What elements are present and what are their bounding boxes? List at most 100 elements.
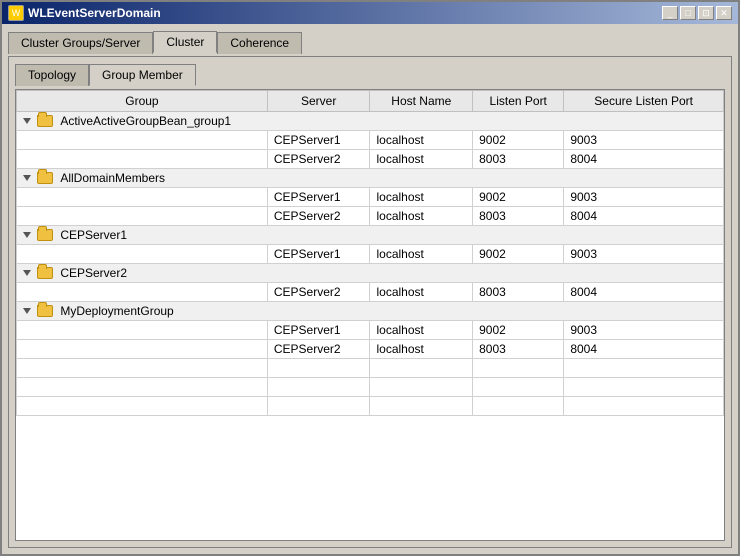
cell-group [17,207,268,226]
table-row: CEPServer1localhost90029003 [17,321,724,340]
group-name: CEPServer1 [57,228,127,242]
group-member-table: Group Server Host Name Listen Port Secur… [16,90,724,416]
folder-icon [37,172,53,184]
table-scroll-container[interactable]: Group Server Host Name Listen Port Secur… [16,90,724,540]
tab-coherence[interactable]: Coherence [217,32,302,54]
cell-listen-port: 9002 [473,188,564,207]
cell-empty [17,359,268,378]
group-name: AllDomainMembers [57,171,165,185]
group-name: MyDeploymentGroup [57,304,174,318]
folder-icon [37,229,53,241]
cell-listen-port: 8003 [473,283,564,302]
cell-host: localhost [370,245,473,264]
cell-listen-port: 8003 [473,340,564,359]
cell-empty [370,397,473,416]
group-cell: CEPServer2 [17,264,724,283]
expand-icon[interactable] [23,270,31,276]
table-group-row: CEPServer1 [17,226,724,245]
maximize-button[interactable]: □ [680,6,696,20]
table-row: CEPServer2localhost80038004 [17,283,724,302]
table-row: CEPServer1localhost90029003 [17,245,724,264]
cell-server: CEPServer2 [267,283,370,302]
cell-empty [370,359,473,378]
expand-icon[interactable] [23,118,31,124]
cell-secure-port: 9003 [564,131,724,150]
cell-server: CEPServer2 [267,150,370,169]
table-row-empty [17,397,724,416]
window-title: WLEventServerDomain [28,6,161,20]
title-bar-left: W WLEventServerDomain [8,5,161,21]
cell-secure-port: 8004 [564,283,724,302]
cell-group [17,131,268,150]
tab-cluster[interactable]: Cluster [153,31,217,53]
cell-secure-port: 8004 [564,340,724,359]
cell-listen-port: 8003 [473,207,564,226]
minimize-button[interactable]: _ [662,6,678,20]
table-row-empty [17,378,724,397]
cell-group [17,340,268,359]
cell-secure-port: 8004 [564,150,724,169]
col-header-server: Server [267,91,370,112]
expand-icon[interactable] [23,308,31,314]
cell-group [17,188,268,207]
table-row: CEPServer2localhost80038004 [17,340,724,359]
cell-host: localhost [370,150,473,169]
table-row: CEPServer1localhost90029003 [17,188,724,207]
cell-empty [267,397,370,416]
group-name: ActiveActiveGroupBean_group1 [57,114,231,128]
cell-listen-port: 9002 [473,245,564,264]
cell-server: CEPServer1 [267,188,370,207]
cell-empty [564,378,724,397]
cell-host: localhost [370,340,473,359]
group-cell: MyDeploymentGroup [17,302,724,321]
cell-listen-port: 9002 [473,131,564,150]
restore-button[interactable]: ⊡ [698,6,714,20]
cell-host: localhost [370,321,473,340]
tab-group-member[interactable]: Group Member [89,64,196,86]
cell-server: CEPServer1 [267,321,370,340]
cell-empty [17,378,268,397]
table-group-row: ActiveActiveGroupBean_group1 [17,112,724,131]
outer-tab-bar: Cluster Groups/Server Cluster Coherence [8,30,732,52]
group-name: CEPServer2 [57,266,127,280]
col-header-group: Group [17,91,268,112]
cell-group [17,283,268,302]
cell-empty [267,359,370,378]
cell-server: CEPServer1 [267,245,370,264]
table-row: CEPServer2localhost80038004 [17,150,724,169]
expand-icon[interactable] [23,232,31,238]
tab-topology[interactable]: Topology [15,64,89,86]
table-group-row: CEPServer2 [17,264,724,283]
cell-secure-port: 9003 [564,321,724,340]
inner-tab-bar: Topology Group Member [15,63,725,85]
outer-tab-panel: Topology Group Member Group Server Host … [8,56,732,548]
cell-empty [17,397,268,416]
cell-listen-port: 8003 [473,150,564,169]
cell-group [17,245,268,264]
folder-icon [37,267,53,279]
table-row: CEPServer1localhost90029003 [17,131,724,150]
close-button[interactable]: ✕ [716,6,732,20]
col-header-secure: Secure Listen Port [564,91,724,112]
cell-empty [370,378,473,397]
cell-secure-port: 9003 [564,188,724,207]
cell-server: CEPServer1 [267,131,370,150]
cell-host: localhost [370,207,473,226]
cell-empty [564,397,724,416]
table-group-row: AllDomainMembers [17,169,724,188]
expand-icon[interactable] [23,175,31,181]
cell-host: localhost [370,188,473,207]
cell-group [17,321,268,340]
title-buttons: _ □ ⊡ ✕ [662,6,732,20]
group-cell: ActiveActiveGroupBean_group1 [17,112,724,131]
tab-cluster-groups[interactable]: Cluster Groups/Server [8,32,153,54]
inner-tab-panel: Group Server Host Name Listen Port Secur… [15,89,725,541]
cell-secure-port: 9003 [564,245,724,264]
cell-host: localhost [370,131,473,150]
col-header-host: Host Name [370,91,473,112]
title-bar: W WLEventServerDomain _ □ ⊡ ✕ [2,2,738,24]
cell-server: CEPServer2 [267,207,370,226]
cell-empty [473,378,564,397]
cell-empty [267,378,370,397]
folder-icon [37,115,53,127]
